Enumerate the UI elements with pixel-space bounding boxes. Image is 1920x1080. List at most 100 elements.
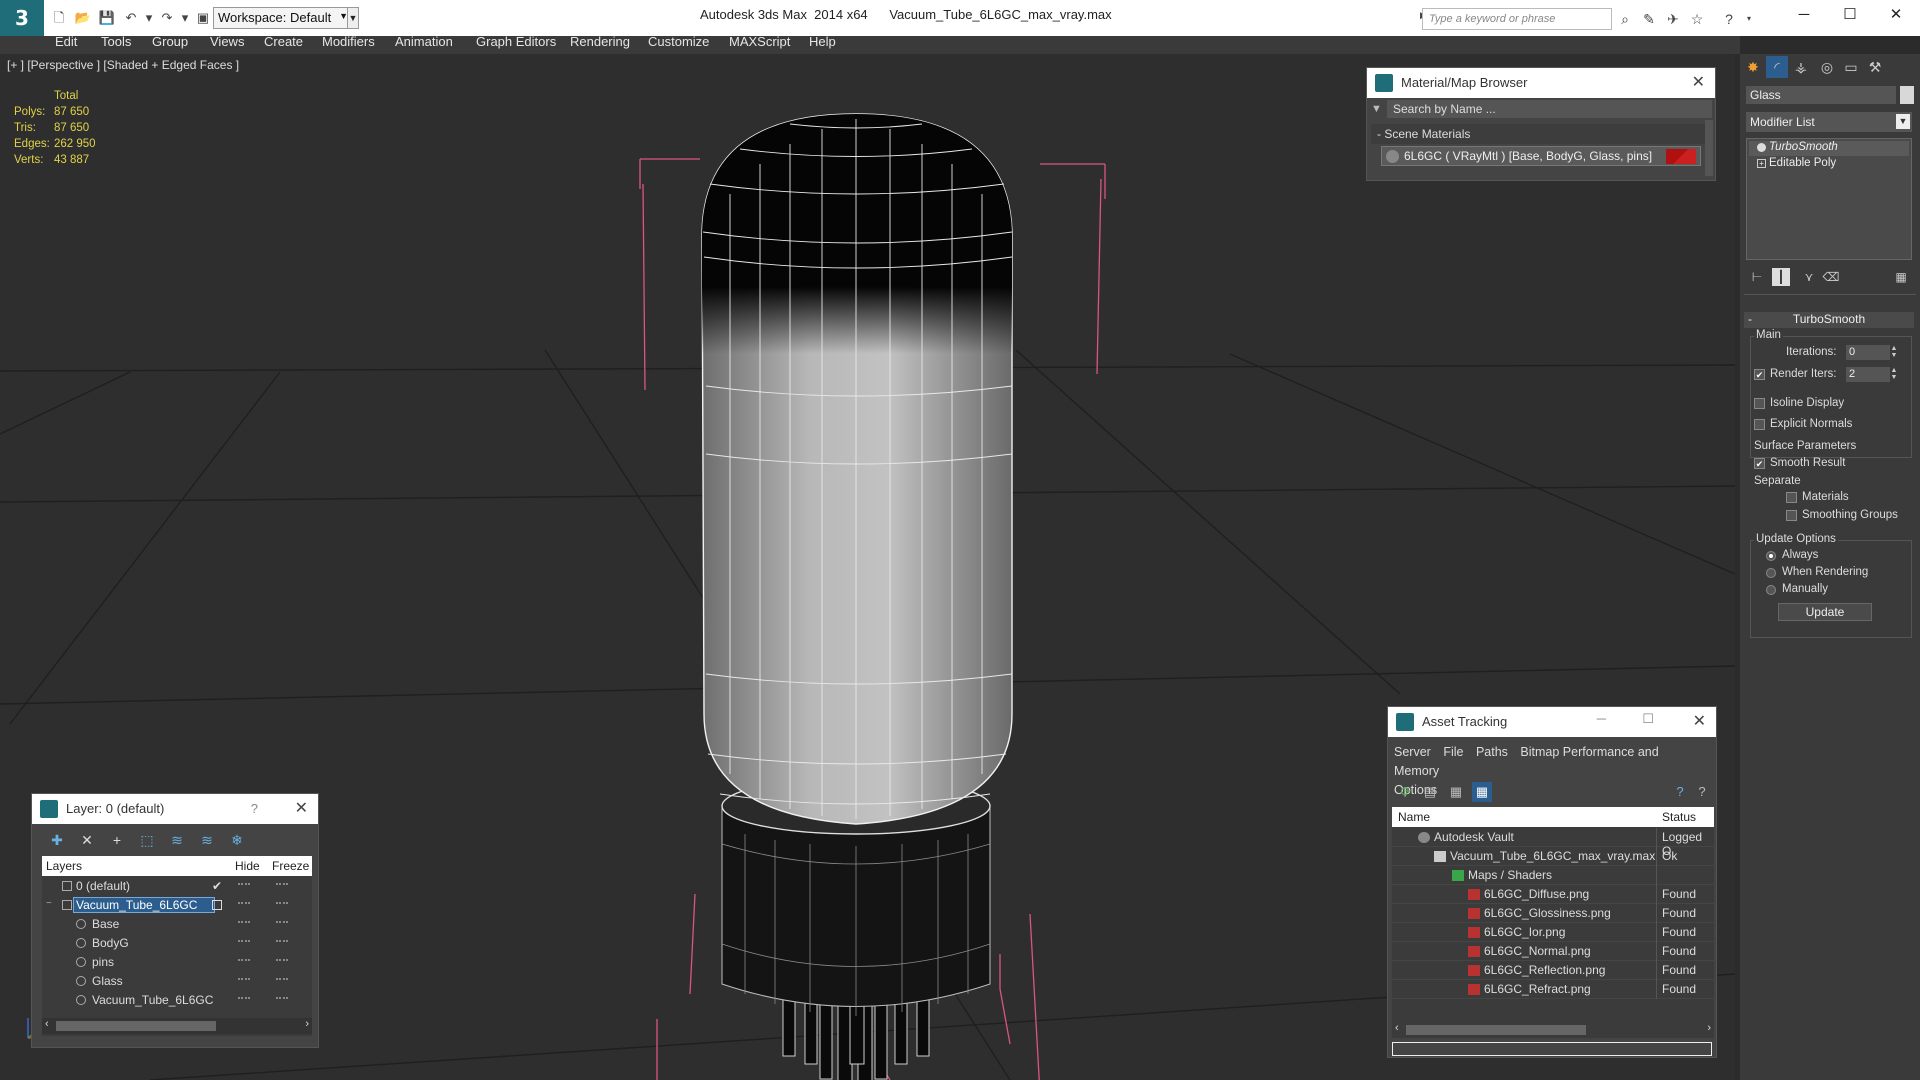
when-rendering-radio[interactable] [1766,568,1776,578]
select-objects-icon[interactable]: ⬚ [136,829,158,851]
asset-row[interactable]: 6L6GC_Refract.png Found [1392,980,1714,999]
hide-toggle[interactable] [238,921,250,923]
materials-checkbox[interactable] [1786,492,1797,503]
always-radio[interactable] [1766,551,1776,561]
maximize-button[interactable]: ☐ [1827,0,1873,30]
help-search-input[interactable]: Type a keyword or phrase [1422,8,1612,30]
delete-layer-icon[interactable]: ✕ [76,829,98,851]
vault-help-icon[interactable]: ? [1670,782,1690,802]
display-tab-icon[interactable]: ▭ [1840,56,1862,78]
create-layer-icon[interactable]: ✚ [46,829,68,851]
layer-hscrollbar[interactable]: ‹ › [42,1018,312,1034]
modifier-list-dropdown[interactable]: Modifier List ▼ [1746,112,1912,132]
workspace-dropdown[interactable]: Workspace: Default ▼ [213,7,353,29]
close-icon[interactable]: ✕ [1692,72,1705,92]
freeze-toggle[interactable] [276,959,288,961]
layer-row[interactable]: Base [42,915,312,934]
project-folder-icon[interactable]: ▣ [194,9,212,27]
set-current-layer-icon[interactable] [212,900,222,910]
thumbnail-view-icon[interactable]: ▦ [1446,782,1466,802]
scroll-left-icon[interactable]: ‹ [45,1018,49,1030]
explicit-normals-checkbox[interactable] [1754,419,1765,430]
asset-row[interactable]: 6L6GC_Glossiness.png Found [1392,904,1714,923]
favorites-star-icon[interactable]: ☆ [1688,10,1706,28]
scroll-left-icon[interactable]: ‹ [1395,1022,1399,1034]
render-iters-spinner[interactable]: 2 [1846,367,1890,382]
spinner-arrows-icon[interactable]: ▲ ▼ [1890,345,1898,360]
asset-menu-server[interactable]: Server [1394,745,1431,759]
layer-row[interactable]: Vacuum_Tube_6L6GC [42,991,312,1010]
filter-dropdown-icon[interactable]: ▼ [1371,103,1382,115]
redo-dropdown-icon[interactable]: ▾ [176,9,194,27]
highlight-layer-icon[interactable]: ≋ [166,829,188,851]
freeze-toggle[interactable] [276,940,288,942]
help-dropdown-icon[interactable]: ▾ [1740,10,1758,28]
smoothing-groups-checkbox[interactable] [1786,510,1797,521]
asset-row[interactable]: 6L6GC_Ior.png Found [1392,923,1714,942]
make-unique-icon[interactable]: ⋎ [1800,268,1818,286]
material-browser-titlebar[interactable]: Material/Map Browser ✕ [1367,68,1715,98]
freeze-toggle[interactable] [276,883,288,885]
layer-row[interactable]: pins [42,953,312,972]
lightbulb-icon[interactable] [1757,143,1766,152]
manually-radio[interactable] [1766,585,1776,595]
stack-item-editable-poly[interactable]: + Editable Poly [1749,157,1909,172]
table-view-icon[interactable]: ▦ [1472,782,1492,802]
asset-menu-file[interactable]: File [1443,745,1463,759]
col-status[interactable]: Status [1662,810,1696,824]
object-name-field[interactable]: Glass [1746,86,1896,104]
asset-row[interactable]: Vacuum_Tube_6L6GC_max_vray.max Ok [1392,847,1714,866]
minimize-button[interactable]: ─ [1781,0,1827,30]
open-file-icon[interactable]: 📂 [74,9,92,27]
freeze-all-icon[interactable]: ❄ [226,829,248,851]
new-file-icon[interactable]: 🗋 [50,9,68,27]
iterations-spinner[interactable]: 0 [1846,345,1890,360]
layer-row[interactable]: 0 (default) ✔ [42,877,312,896]
object-color-swatch[interactable] [1900,86,1914,104]
asset-tracking-titlebar[interactable]: Asset Tracking ─ ☐ ✕ [1388,707,1716,737]
hide-toggle[interactable] [238,997,250,999]
configure-modifier-sets-icon[interactable]: ▦ [1892,268,1910,286]
material-search-input[interactable]: Search by Name ... [1387,100,1712,118]
layer-manager-titlebar[interactable]: Layer: 0 (default) ? ✕ [32,794,318,824]
add-to-layer-icon[interactable]: + [106,829,128,851]
material-scrollbar[interactable] [1705,120,1713,176]
scroll-right-icon[interactable]: › [305,1018,309,1030]
active-layer-check-icon[interactable]: ✔ [212,879,222,893]
layer-row[interactable]: BodyG [42,934,312,953]
turbosmooth-rollout-header[interactable]: - TurboSmooth [1744,312,1914,328]
hide-toggle[interactable] [238,959,250,961]
app-menu-button[interactable]: 3 [0,0,44,36]
close-icon[interactable]: ✕ [295,798,308,818]
undo-dropdown-icon[interactable]: ▾ [140,9,158,27]
asset-row[interactable]: Autodesk Vault Logged O [1392,828,1714,858]
binoculars-icon[interactable]: ⌕ [1616,10,1634,28]
hide-toggle[interactable] [238,978,250,980]
expand-icon[interactable]: − [46,898,52,909]
layer-row[interactable]: Glass [42,972,312,991]
redo-icon[interactable]: ↷ [158,9,176,27]
asset-row[interactable]: 6L6GC_Diffuse.png Found [1392,885,1714,904]
create-tab-icon[interactable]: ✸ [1742,56,1764,78]
scroll-thumb[interactable] [56,1021,216,1031]
hide-all-icon[interactable]: ≋ [196,829,218,851]
expand-icon[interactable]: + [1757,159,1766,168]
list-view-icon[interactable]: ▤ [1420,782,1440,802]
help-icon[interactable]: ? [251,801,258,816]
quick-access-customize-button[interactable]: ▼ [347,7,359,29]
utilities-tab-icon[interactable]: ⚒ [1864,56,1886,78]
close-button[interactable]: ✕ [1873,0,1919,30]
spinner-arrows-icon[interactable]: ▲ ▼ [1890,367,1898,382]
col-name[interactable]: Name [1398,810,1430,824]
undo-icon[interactable]: ↶ [122,9,140,27]
hide-toggle[interactable] [238,940,250,942]
col-layers[interactable]: Layers [46,859,82,873]
layer-row[interactable]: − Vacuum_Tube_6L6GC [42,896,312,915]
isoline-display-checkbox[interactable] [1754,398,1765,409]
save-file-icon[interactable]: 💾 [98,9,116,27]
help-icon[interactable]: ? [1720,10,1738,28]
asset-path-input[interactable] [1392,1042,1712,1056]
freeze-toggle[interactable] [276,921,288,923]
hide-toggle[interactable] [238,883,250,885]
scroll-right-icon[interactable]: › [1707,1022,1711,1034]
